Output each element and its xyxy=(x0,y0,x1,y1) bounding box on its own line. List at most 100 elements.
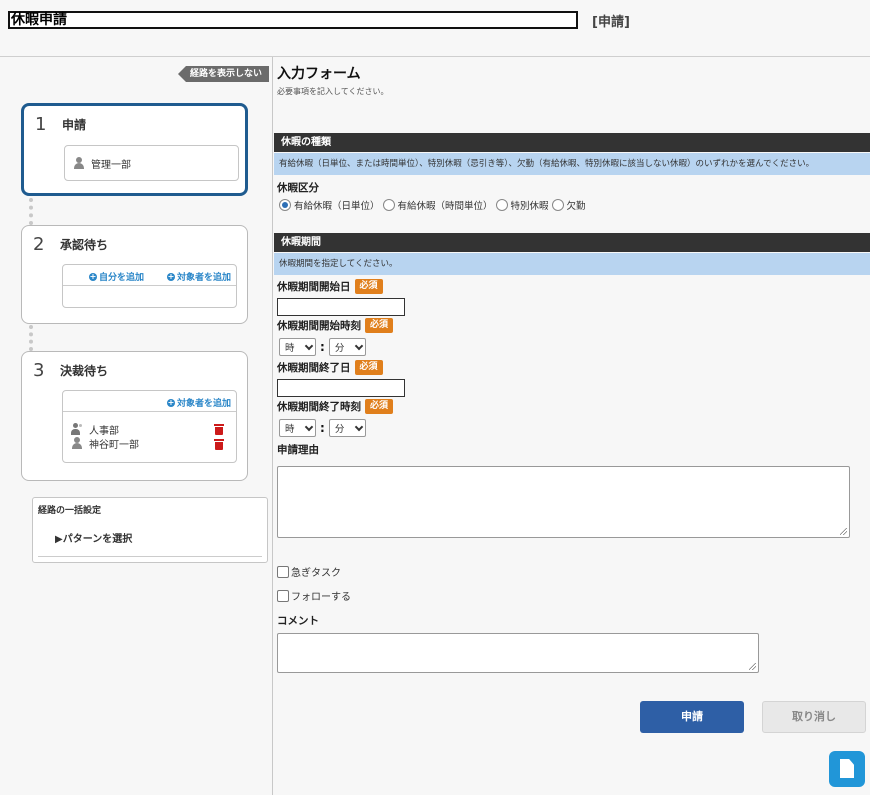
required-badge: 必須 xyxy=(365,399,394,414)
start-hour-select[interactable]: 時 xyxy=(279,338,316,356)
leave-type-label: 休暇区分 xyxy=(277,180,319,195)
end-date-input[interactable] xyxy=(277,379,405,397)
chevron-down-icon xyxy=(354,422,364,431)
radio-paid-day[interactable] xyxy=(279,199,291,211)
urgent-task-checkbox[interactable] xyxy=(277,565,289,578)
approver-box-toolbar: + 自分を追加 + 対象者を追加 xyxy=(63,265,236,286)
step-number: 2 xyxy=(33,234,45,255)
person-icon xyxy=(73,157,85,169)
label-text: 休暇期間開始日 xyxy=(277,281,351,293)
route-step-1[interactable]: 1 申請 管理一部 xyxy=(21,103,248,196)
end-minute-select[interactable]: 分 xyxy=(328,419,366,437)
trash-icon[interactable] xyxy=(214,439,224,450)
start-date-label: 休暇期間開始日 必須 xyxy=(277,279,383,294)
start-minute-select[interactable]: 分 xyxy=(328,338,366,356)
add-target-link[interactable]: + 対象者を追加 xyxy=(167,270,231,283)
required-badge: 必須 xyxy=(354,360,383,375)
checkbox-label: フォローする xyxy=(291,592,351,603)
header-divider xyxy=(0,56,870,57)
add-self-label: 自分を追加 xyxy=(99,273,145,283)
approver-box-toolbar: + 対象者を追加 xyxy=(63,391,236,412)
label-text: 申請理由 xyxy=(277,444,319,456)
step-number: 3 xyxy=(33,360,45,381)
document-icon[interactable] xyxy=(829,751,865,787)
bulk-divider xyxy=(38,556,262,557)
resize-handle-icon[interactable] xyxy=(749,663,756,670)
comment-label: コメント xyxy=(277,613,319,628)
required-badge: 必須 xyxy=(354,279,383,294)
add-target-link[interactable]: + 対象者を追加 xyxy=(167,396,231,409)
plus-icon: + xyxy=(167,271,175,281)
member-name: 神谷町一部 xyxy=(89,439,139,451)
trash-icon[interactable] xyxy=(214,424,224,435)
radio-paid-hour[interactable] xyxy=(382,199,395,211)
step-number: 1 xyxy=(35,114,47,135)
end-hour-select[interactable]: 時 xyxy=(279,419,316,437)
radio-label: 欠勤 xyxy=(566,201,586,212)
label-text: 休暇区分 xyxy=(277,182,319,194)
step-connector xyxy=(29,325,33,351)
step-title: 決裁待ち xyxy=(60,364,109,378)
submit-button[interactable]: 申請 xyxy=(640,701,744,733)
form-title: 入力フォーム xyxy=(277,66,361,82)
start-date-input[interactable] xyxy=(277,298,405,316)
approver-box: + 自分を追加 + 対象者を追加 xyxy=(62,264,237,308)
add-target-label: 対象者を追加 xyxy=(177,399,232,409)
person-icon xyxy=(71,437,83,449)
urgent-task-checkbox-row[interactable]: 急ぎタスク xyxy=(277,564,341,579)
cancel-button[interactable]: 取り消し xyxy=(762,701,866,733)
add-self-link[interactable]: + 自分を追加 xyxy=(89,270,144,283)
chevron-down-icon xyxy=(304,341,314,350)
section-header-period: 休暇期間 xyxy=(274,233,870,252)
approver-box: 管理一部 xyxy=(64,145,239,181)
panel-divider xyxy=(272,57,273,795)
route-step-2[interactable]: 2 承認待ち + 自分を追加 + 対象者を追加 xyxy=(21,225,248,324)
title-input[interactable]: 休暇申請 xyxy=(8,11,578,29)
label-text: 休暇期間終了日 xyxy=(277,362,351,374)
add-target-label: 対象者を追加 xyxy=(177,273,232,283)
member-name: 管理一部 xyxy=(91,159,131,171)
radio-label: 特別休暇 xyxy=(510,201,549,212)
step-connector xyxy=(29,198,33,225)
radio-label: 有給休暇（日単位） xyxy=(294,201,380,212)
follow-checkbox-row[interactable]: フォローする xyxy=(277,588,351,603)
select-value: 時 xyxy=(285,424,295,435)
follow-checkbox[interactable] xyxy=(277,589,289,602)
label-text: 休暇期間終了時刻 xyxy=(277,401,361,413)
approver-box: + 対象者を追加 人事部 神谷町一部 xyxy=(62,390,237,463)
chevron-down-icon xyxy=(304,422,314,431)
radio-absence[interactable] xyxy=(551,199,564,211)
checkbox-label: 急ぎタスク xyxy=(291,568,341,579)
required-badge: 必須 xyxy=(365,318,394,333)
member-row: 管理一部 xyxy=(73,155,131,171)
bulk-settings-title: 経路の一括設定 xyxy=(38,506,102,516)
radio-label: 有給休暇（時間単位） xyxy=(397,201,493,212)
label-text: 休暇期間開始時刻 xyxy=(277,320,361,332)
time-colon: : xyxy=(320,340,325,354)
section-note-leave-type: 有給休暇（日単位、または時間単位）、特別休暇（忌引き等）、欠勤（有給休暇、特別休… xyxy=(274,153,870,175)
hide-route-button[interactable]: 経路を表示しない xyxy=(178,66,270,82)
reason-textarea[interactable] xyxy=(277,466,850,538)
member-row: 神谷町一部 xyxy=(71,435,139,451)
label-text: コメント xyxy=(277,615,319,627)
time-colon: : xyxy=(320,421,325,435)
select-value: 分 xyxy=(334,424,345,435)
select-value: 時 xyxy=(285,343,295,354)
plus-icon: + xyxy=(167,397,175,407)
bulk-route-settings: 経路の一括設定 ▶パターンを選択 xyxy=(32,497,268,563)
form-subtitle: 必要事項を記入してください。 xyxy=(277,87,389,96)
end-time-row: 時 : 分 xyxy=(279,419,366,437)
section-header-leave-type: 休暇の種類 xyxy=(274,133,870,152)
step-title: 承認待ち xyxy=(60,238,109,252)
start-time-label: 休暇期間開始時刻 必須 xyxy=(277,318,394,333)
route-step-3[interactable]: 3 決裁待ち + 対象者を追加 人事部 神谷町一部 xyxy=(21,351,248,481)
radio-special[interactable] xyxy=(495,199,508,211)
group-icon xyxy=(71,423,83,435)
section-note-period: 休暇期間を指定してください。 xyxy=(274,253,870,275)
comment-textarea[interactable] xyxy=(277,633,759,673)
resize-handle-icon[interactable] xyxy=(840,528,847,535)
step-title: 申請 xyxy=(62,118,87,132)
plus-icon: + xyxy=(89,271,97,281)
chevron-down-icon xyxy=(354,341,364,350)
select-pattern-link[interactable]: ▶パターンを選択 xyxy=(55,530,132,545)
